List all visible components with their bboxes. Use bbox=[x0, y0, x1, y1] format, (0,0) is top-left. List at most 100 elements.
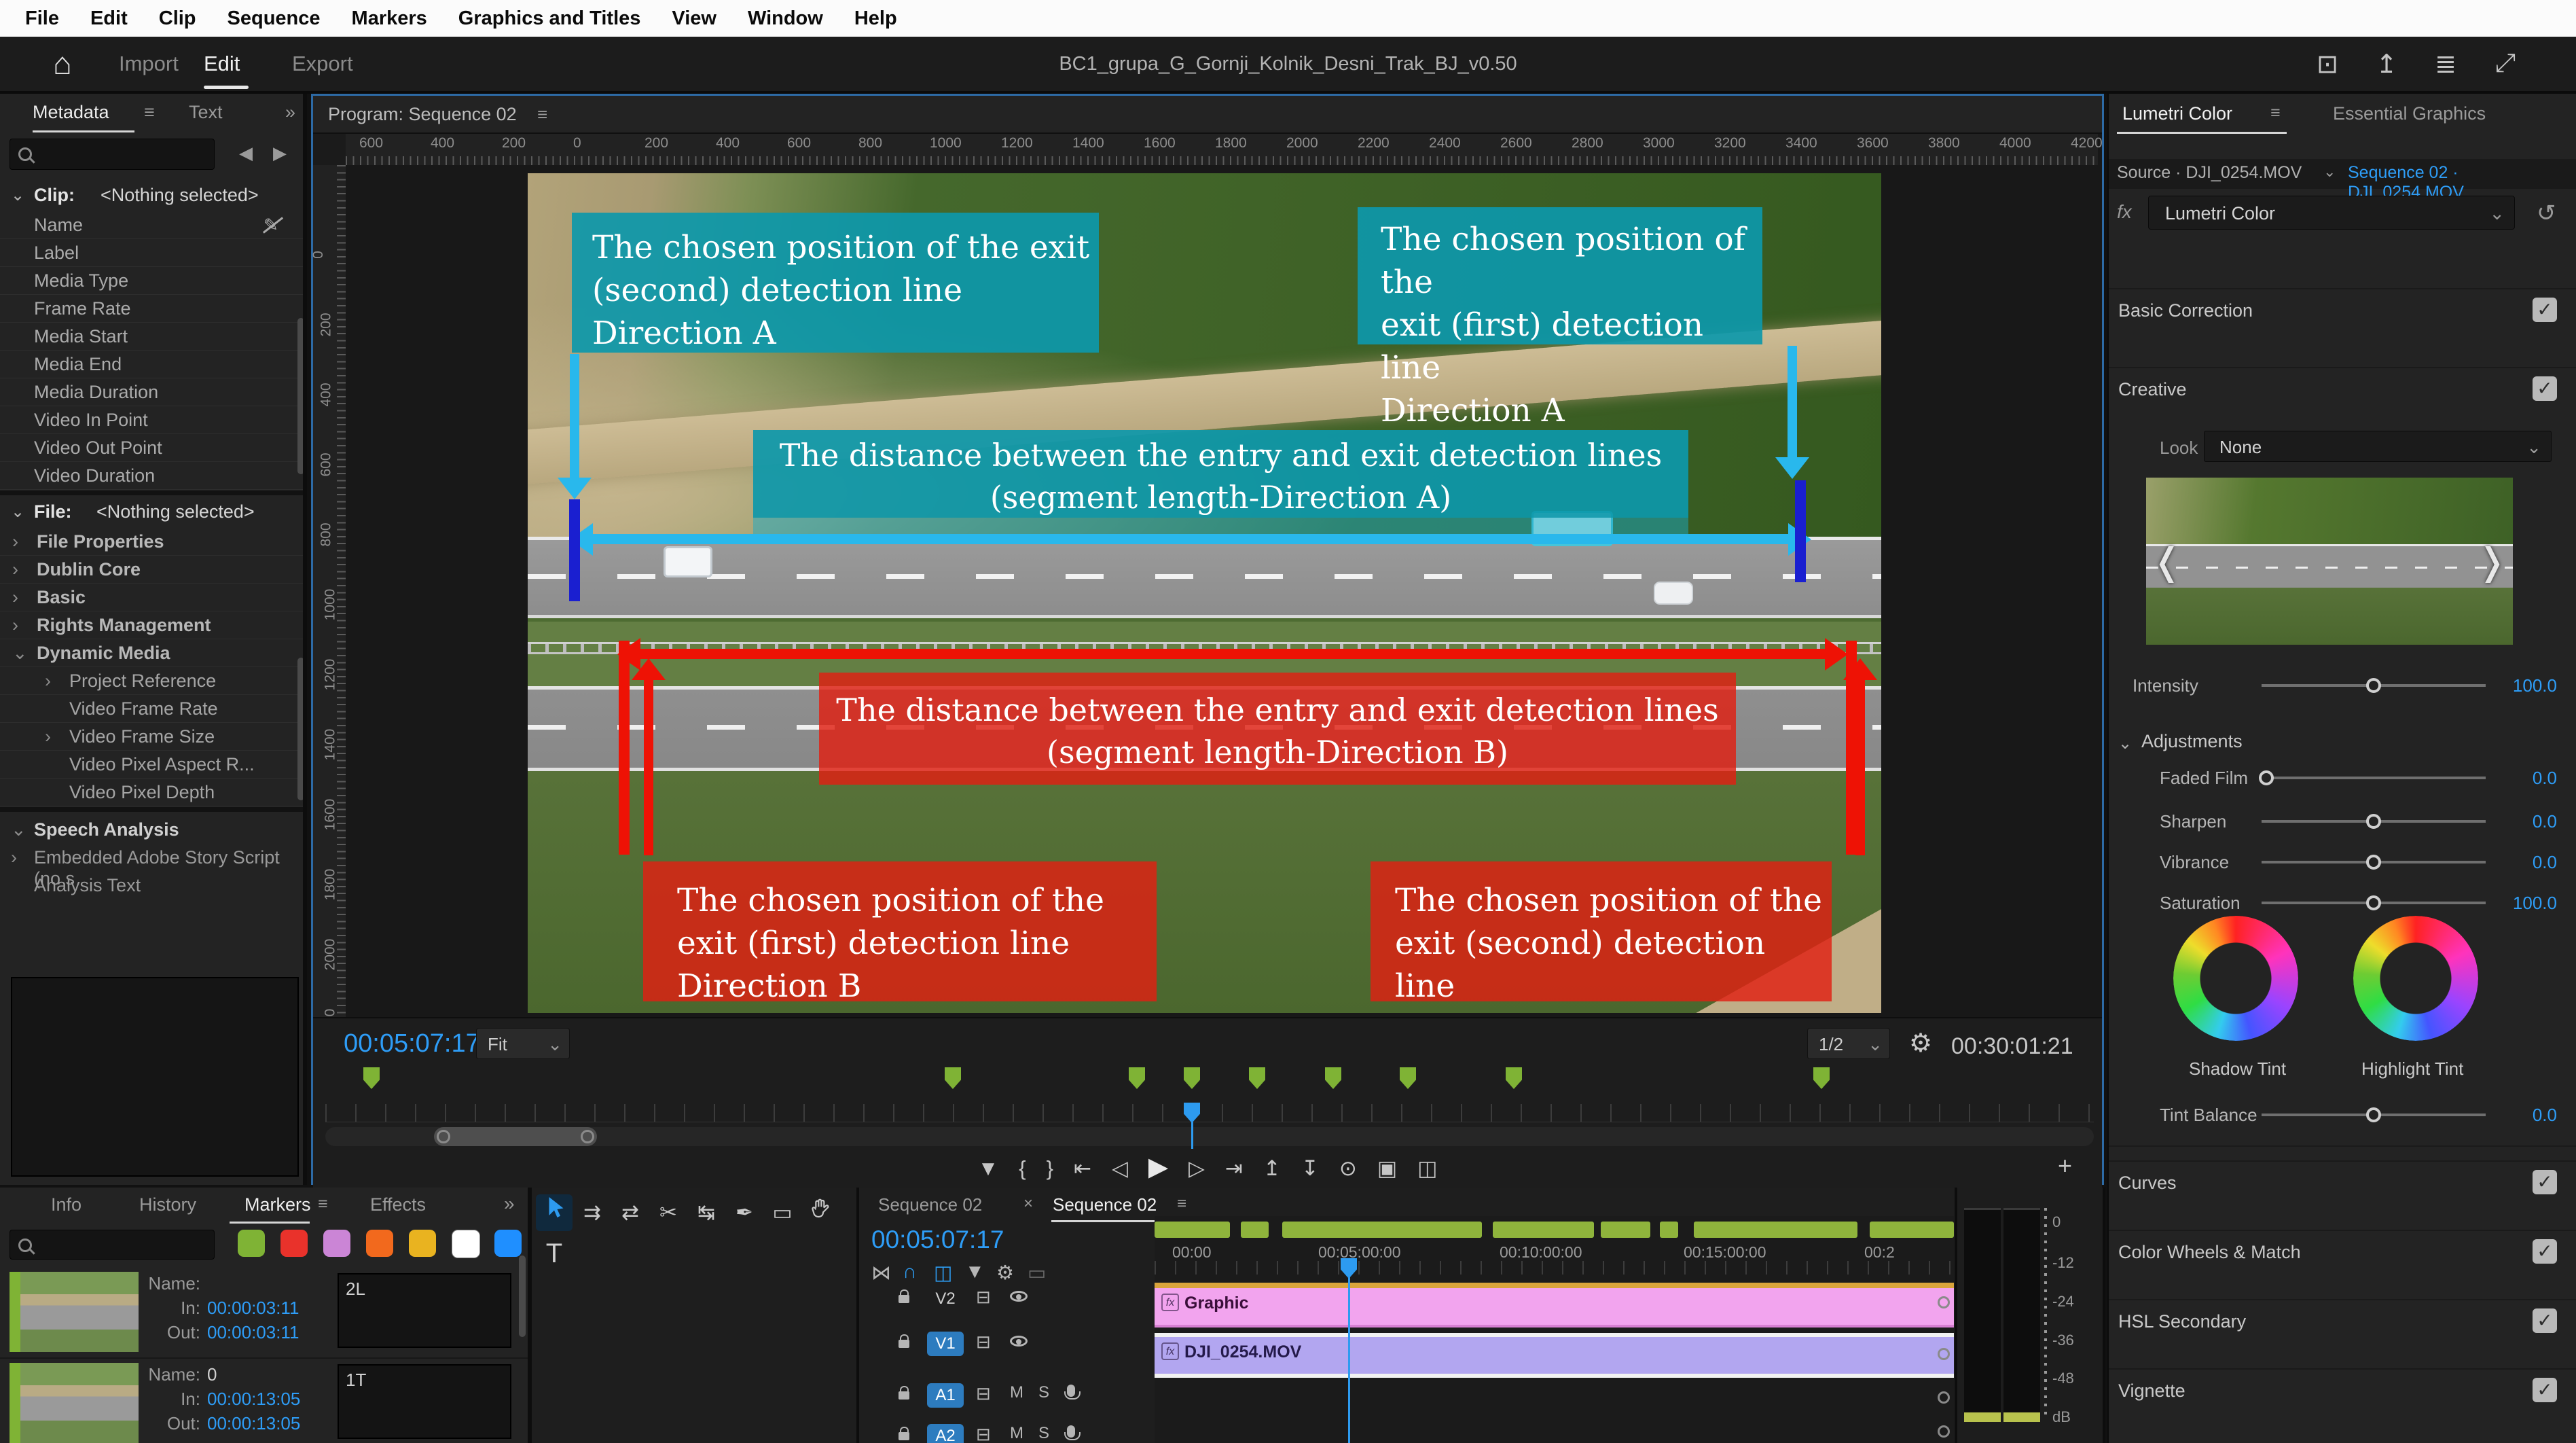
marker-comment-box[interactable]: 2L bbox=[338, 1273, 511, 1348]
file-section-header[interactable]: ⌄File:<Nothing selected> bbox=[0, 497, 307, 526]
add-marker-icon[interactable]: ▼ bbox=[978, 1156, 999, 1181]
search-prev-icon[interactable]: ◀ bbox=[239, 143, 253, 164]
scrollbar[interactable] bbox=[519, 1255, 526, 1337]
marker-color-swatch[interactable] bbox=[366, 1230, 393, 1257]
metadata-row-file-properties[interactable]: ›File Properties bbox=[0, 527, 307, 556]
track-badge-a2[interactable]: A2 bbox=[927, 1424, 964, 1443]
track-header-v1[interactable]: V1⊟ bbox=[859, 1328, 1155, 1376]
tab-text[interactable]: Text bbox=[189, 102, 223, 123]
metadata-row-frame-rate[interactable]: Frame Rate bbox=[0, 294, 307, 323]
settings-wrench-icon[interactable]: ⚙ bbox=[996, 1261, 1014, 1285]
marker-color-swatch[interactable] bbox=[494, 1230, 522, 1257]
chevron-down-icon[interactable]: ⌄ bbox=[2118, 734, 2132, 753]
tool-ripple-edit[interactable]: ⇄ bbox=[612, 1194, 649, 1231]
track-header-a1[interactable]: A1⊟MS bbox=[859, 1379, 1155, 1417]
checkbox-vignette[interactable]: ✓ bbox=[2533, 1378, 2557, 1402]
solo-icon[interactable]: S bbox=[1038, 1383, 1049, 1402]
look-next-icon[interactable]: ❭ bbox=[2477, 540, 2507, 583]
section-hsl-secondary[interactable]: HSL Secondary✓ bbox=[2109, 1299, 2576, 1344]
menu-window[interactable]: Window bbox=[732, 7, 839, 30]
tab-markers[interactable]: Markers bbox=[244, 1194, 311, 1215]
marker-color-swatch[interactable] bbox=[280, 1230, 308, 1257]
play-icon[interactable]: ▶ bbox=[1148, 1152, 1168, 1182]
settings-wrench-icon[interactable]: ⚙ bbox=[1909, 1028, 1932, 1058]
menu-markers[interactable]: Markers bbox=[336, 7, 443, 30]
metadata-search-input[interactable] bbox=[10, 139, 215, 170]
section-creative[interactable]: Creative✓ bbox=[2109, 367, 2576, 412]
home-icon[interactable]: ⌂ bbox=[53, 45, 72, 82]
marker-color-swatch[interactable] bbox=[409, 1230, 436, 1257]
slider-handle[interactable] bbox=[2259, 770, 2274, 785]
lock-icon[interactable] bbox=[899, 1432, 909, 1440]
program-monitor-menu-icon[interactable]: ≡ bbox=[537, 104, 547, 125]
metadata-row-media-end[interactable]: Media End bbox=[0, 350, 307, 378]
metadata-row-video-pixel-aspect-r-[interactable]: Video Pixel Aspect R... bbox=[0, 750, 307, 779]
menu-graphics-and-titles[interactable]: Graphics and Titles bbox=[443, 7, 657, 30]
timeline-timecode[interactable]: 00:05:07:17 bbox=[871, 1226, 1004, 1254]
markers-search-input[interactable] bbox=[10, 1230, 215, 1260]
marker-in-value[interactable]: 00:00:13:05 bbox=[207, 1389, 300, 1410]
metadata-row-dynamic-media[interactable]: ⌄Dynamic Media bbox=[0, 639, 307, 667]
marker-color-swatch[interactable] bbox=[238, 1230, 265, 1257]
sequence-marker-icon[interactable] bbox=[945, 1067, 961, 1089]
effect-selector-dropdown[interactable]: Lumetri Color⌄ bbox=[2148, 196, 2515, 230]
slider-handle[interactable] bbox=[2366, 814, 2381, 829]
slider-handle[interactable] bbox=[2366, 855, 2381, 870]
analysis-text-box[interactable] bbox=[11, 977, 299, 1177]
chevron-down-icon[interactable]: ⌄ bbox=[2323, 163, 2336, 181]
slider-value[interactable]: 100.0 bbox=[2513, 675, 2557, 696]
look-dropdown[interactable]: None⌄ bbox=[2204, 431, 2552, 462]
add-button-icon[interactable]: + bbox=[2058, 1152, 2072, 1180]
timeline-playhead[interactable] bbox=[1341, 1258, 1357, 1279]
linked-selection-icon[interactable]: ◫ bbox=[934, 1261, 952, 1285]
tool-slip[interactable]: ↹ bbox=[688, 1194, 725, 1231]
scrollbar[interactable] bbox=[297, 318, 304, 474]
timeline-tab-inactive[interactable]: Sequence 02 bbox=[878, 1194, 982, 1215]
share-icon[interactable]: ↥ bbox=[2376, 49, 2397, 79]
metadata-row-media-duration[interactable]: Media Duration bbox=[0, 378, 307, 406]
video-frame[interactable]: The chosen position of the exit (second)… bbox=[528, 173, 1881, 1013]
reset-effect-icon[interactable]: ↺ bbox=[2537, 200, 2556, 227]
menu-file[interactable]: File bbox=[10, 7, 75, 30]
checkbox-color-wheels-match[interactable]: ✓ bbox=[2533, 1239, 2557, 1264]
voiceover-mic-icon[interactable] bbox=[1067, 1385, 1075, 1397]
tab-import[interactable]: Import bbox=[119, 52, 179, 76]
add-marker-icon[interactable]: ▼ bbox=[965, 1261, 985, 1283]
lock-icon[interactable] bbox=[899, 1391, 909, 1400]
scroll-handle-left[interactable] bbox=[437, 1130, 450, 1143]
chevron-right-icon[interactable]: › bbox=[11, 847, 17, 868]
marker-name-value[interactable]: 0 bbox=[207, 1364, 217, 1385]
tab-essential-graphics[interactable]: Essential Graphics bbox=[2333, 103, 2486, 124]
chevron-right-icon[interactable]: › bbox=[45, 671, 51, 692]
metadata-row-project-reference[interactable]: ›Project Reference bbox=[0, 666, 307, 695]
slider-value[interactable]: 0.0 bbox=[2533, 852, 2557, 873]
go-to-in-icon[interactable]: ⇤ bbox=[1074, 1156, 1091, 1181]
playback-resolution-dropdown[interactable]: 1/2⌄ bbox=[1807, 1028, 1890, 1059]
timeline-menu-icon[interactable]: ≡ bbox=[1177, 1194, 1186, 1213]
chevron-down-icon[interactable]: ⌄ bbox=[11, 819, 26, 840]
chevron-down-icon[interactable]: ⌄ bbox=[11, 502, 24, 522]
track-height-handle[interactable] bbox=[1938, 1296, 1950, 1308]
panel-more-icon[interactable]: » bbox=[504, 1193, 515, 1215]
program-marker-lane[interactable] bbox=[325, 1063, 2094, 1103]
multi-camera-icon[interactable]: ◫ bbox=[1417, 1156, 1437, 1181]
track-badge-v2[interactable]: V2 bbox=[927, 1287, 964, 1311]
chevron-right-icon[interactable]: › bbox=[12, 587, 18, 608]
menu-help[interactable]: Help bbox=[839, 7, 913, 30]
slider-track[interactable] bbox=[2262, 777, 2486, 779]
tool-pen[interactable]: ✒ bbox=[726, 1194, 763, 1231]
slider-value[interactable]: 0.0 bbox=[2533, 811, 2557, 832]
metadata-row-dublin-core[interactable]: ›Dublin Core bbox=[0, 555, 307, 584]
timeline-track-lane[interactable]: 00:0000:05:00:0000:10:00:0000:15:00:0000… bbox=[1155, 1216, 1954, 1443]
metadata-row-basic[interactable]: ›Basic bbox=[0, 583, 307, 611]
voiceover-mic-icon[interactable] bbox=[1067, 1425, 1075, 1438]
tab-lumetri-color[interactable]: Lumetri Color bbox=[2122, 103, 2232, 124]
mark-out-icon[interactable]: } bbox=[1047, 1156, 1053, 1181]
marker-color-swatch[interactable] bbox=[452, 1230, 480, 1258]
tool-track-select-forward[interactable]: ⇉ bbox=[574, 1194, 611, 1231]
comparison-view-icon[interactable]: ▣ bbox=[1377, 1156, 1397, 1181]
sequence-marker-icon[interactable] bbox=[1813, 1067, 1830, 1089]
metadata-row-video-out-point[interactable]: Video Out Point bbox=[0, 433, 307, 462]
track-badge-a1[interactable]: A1 bbox=[927, 1383, 964, 1408]
look-prev-icon[interactable]: ❬ bbox=[2152, 540, 2182, 583]
